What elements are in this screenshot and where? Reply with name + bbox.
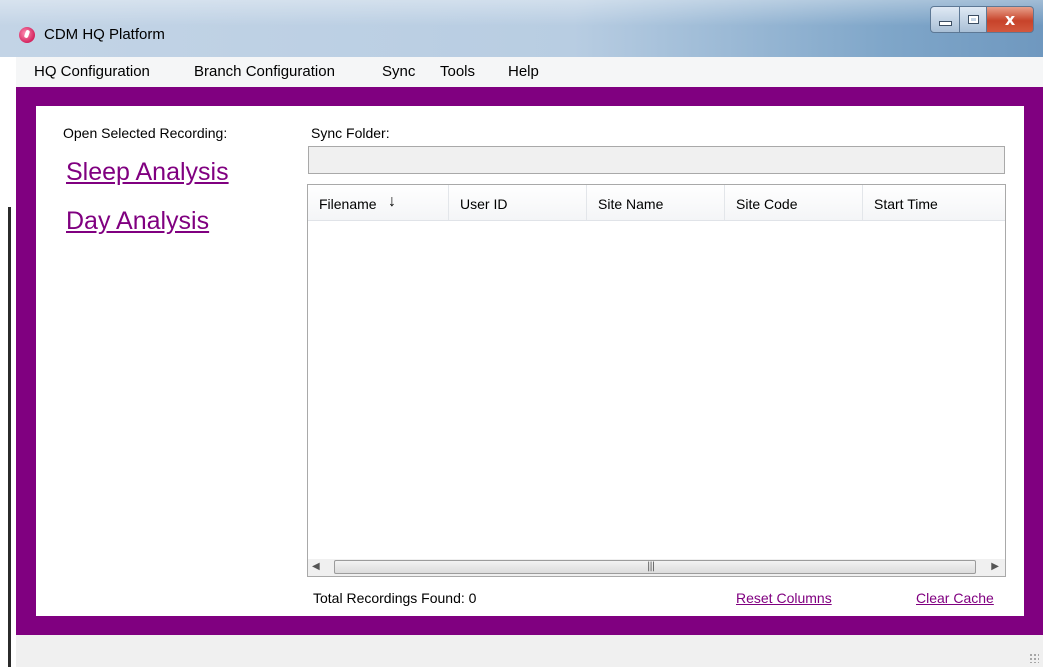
column-user-id-label: User ID xyxy=(460,196,508,212)
close-icon: x xyxy=(1004,10,1016,29)
window-title: CDM HQ Platform xyxy=(44,26,165,43)
column-site-code[interactable]: Site Code xyxy=(725,185,863,220)
horizontal-scrollbar[interactable]: ◀ ||| ▶ xyxy=(308,559,1005,576)
menu-tools[interactable]: Tools xyxy=(440,63,475,80)
resize-grip-icon[interactable] xyxy=(1029,653,1039,663)
scrollbar-thumb[interactable]: ||| xyxy=(334,560,976,574)
window-left-edge xyxy=(0,57,16,667)
window-controls: x xyxy=(930,6,1034,33)
column-filename-label: Filename xyxy=(319,196,377,212)
total-recordings-label: Total Recordings Found: xyxy=(313,590,465,606)
close-button[interactable]: x xyxy=(987,6,1034,33)
minimize-icon xyxy=(938,21,952,26)
title-bar[interactable]: CDM HQ Platform x xyxy=(0,0,1043,57)
sync-folder-label: Sync Folder: xyxy=(311,125,390,141)
app-logo-icon[interactable] xyxy=(19,27,35,43)
sync-folder-field[interactable] xyxy=(308,146,1005,174)
total-recordings-count: 0 xyxy=(468,590,477,606)
recordings-list[interactable]: Filename ↓ User ID Site Name Site Code S… xyxy=(307,184,1006,577)
menu-bar: HQ Configuration Branch Configuration Sy… xyxy=(16,57,1043,87)
maximize-button[interactable] xyxy=(960,6,987,33)
total-recordings: Total Recordings Found: 0 xyxy=(313,590,476,606)
column-site-name-label: Site Name xyxy=(598,196,664,212)
day-analysis-link[interactable]: Day Analysis xyxy=(66,207,209,236)
open-recording-label: Open Selected Recording: xyxy=(63,125,228,141)
reset-columns-link[interactable]: Reset Columns xyxy=(736,590,832,606)
sort-down-icon: ↓ xyxy=(388,193,396,210)
column-site-code-label: Site Code xyxy=(736,196,798,212)
left-edge-bar xyxy=(8,207,11,667)
app-window: CDM HQ Platform x HQ Configuration Branc… xyxy=(0,0,1043,667)
menu-sync[interactable]: Sync xyxy=(382,63,415,80)
column-user-id[interactable]: User ID xyxy=(449,185,587,220)
scrollbar-grip-icon: ||| xyxy=(647,561,655,572)
column-start-time-label: Start Time xyxy=(874,196,938,212)
column-filename[interactable]: Filename ↓ xyxy=(308,185,449,220)
column-start-time[interactable]: Start Time xyxy=(863,185,1005,220)
column-site-name[interactable]: Site Name xyxy=(587,185,725,220)
menu-help[interactable]: Help xyxy=(508,63,539,80)
clear-cache-link[interactable]: Clear Cache xyxy=(916,590,994,606)
sleep-analysis-link[interactable]: Sleep Analysis xyxy=(66,158,229,187)
menu-hq-configuration[interactable]: HQ Configuration xyxy=(34,63,150,80)
list-header: Filename ↓ User ID Site Name Site Code S… xyxy=(308,185,1005,221)
scroll-right-icon[interactable]: ▶ xyxy=(991,561,999,572)
menu-branch-configuration[interactable]: Branch Configuration xyxy=(194,63,335,80)
maximize-icon xyxy=(967,15,979,24)
scroll-left-icon[interactable]: ◀ xyxy=(312,561,320,572)
status-bar xyxy=(16,635,1043,667)
minimize-button[interactable] xyxy=(930,6,960,33)
